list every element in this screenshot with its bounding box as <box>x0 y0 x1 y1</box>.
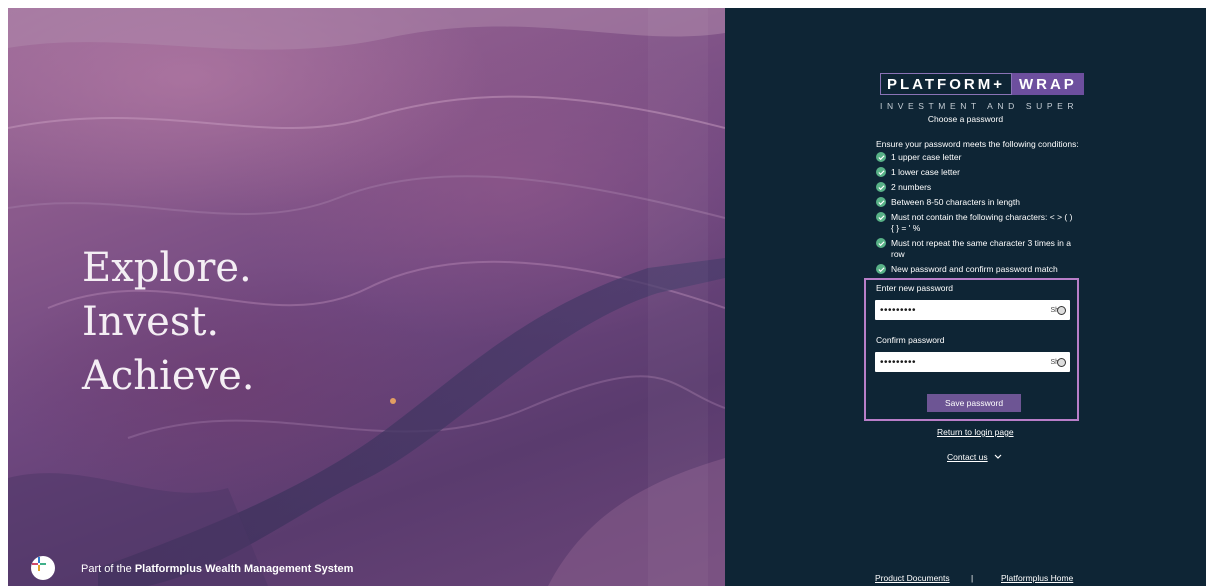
condition-text: Between 8-50 characters in length <box>891 197 1020 207</box>
return-to-login-link[interactable]: Return to login page <box>937 427 1014 437</box>
product-documents-link[interactable]: Product Documents <box>875 573 950 583</box>
check-icon <box>876 197 886 207</box>
logo-wrap: WRAP <box>1011 73 1084 95</box>
condition-text: 1 upper case letter <box>891 152 962 162</box>
check-icon <box>876 264 886 274</box>
check-icon <box>876 238 886 248</box>
hero-tagline: Explore. Invest. Achieve. <box>82 241 255 403</box>
show-password-toggle[interactable]: Sh <box>1050 357 1066 367</box>
condition-item: 1 upper case letter <box>876 152 1076 163</box>
footer-separator: | <box>971 573 974 583</box>
show-password-toggle[interactable]: Sh <box>1050 305 1066 315</box>
system-attribution: Part of the Platformplus Wealth Manageme… <box>81 563 353 575</box>
confirm-password-value: ••••••••• <box>880 356 917 368</box>
page-title: Choose a password <box>927 114 1004 124</box>
confirm-password-label: Confirm password <box>876 335 945 345</box>
condition-item: 2 numbers <box>876 182 1076 193</box>
logo-platform: PLATFORM+ <box>880 73 1012 95</box>
login-panel: PLATFORM+ WRAP INVESTMENT AND SUPER Choo… <box>725 8 1206 586</box>
chevron-down-icon <box>994 452 1002 462</box>
platformplus-home-link[interactable]: Platformplus Home <box>1001 573 1073 583</box>
condition-item: Between 8-50 characters in length <box>876 197 1076 208</box>
condition-text: 2 numbers <box>891 182 932 192</box>
check-icon <box>876 182 886 192</box>
conditions-intro: Ensure your password meets the following… <box>876 139 1079 149</box>
check-icon <box>876 167 886 177</box>
condition-item: Must not contain the following character… <box>876 212 1076 234</box>
contact-us-toggle[interactable]: Contact us <box>947 452 1002 462</box>
condition-item: New password and confirm password match <box>876 264 1076 275</box>
new-password-field[interactable]: ••••••••• Sh <box>875 300 1070 320</box>
eye-icon <box>1057 357 1066 367</box>
attribution-system-name: Platformplus Wealth Management System <box>134 563 354 575</box>
check-icon <box>876 212 886 222</box>
condition-text: Must not repeat the same character 3 tim… <box>891 238 1072 259</box>
tagline-invest: Invest. <box>82 299 220 345</box>
check-icon <box>876 152 886 162</box>
platformplus-logo-icon <box>31 556 55 580</box>
platform-wrap-logo: PLATFORM+ WRAP <box>880 73 1084 95</box>
confirm-password-field[interactable]: ••••••••• Sh <box>875 352 1070 372</box>
logo-subtitle: INVESTMENT AND SUPER <box>880 101 1079 111</box>
condition-item: Must not repeat the same character 3 tim… <box>876 238 1076 260</box>
contact-us-label: Contact us <box>947 452 988 462</box>
tagline-explore: Explore. <box>82 245 252 291</box>
condition-item: 1 lower case letter <box>876 167 1076 178</box>
condition-text: Must not contain the following character… <box>891 212 1073 233</box>
new-password-value: ••••••••• <box>880 304 917 316</box>
save-password-button[interactable]: Save password <box>927 394 1021 412</box>
attribution-prefix: Part of the <box>81 563 135 575</box>
hero-image: Explore. Invest. Achieve. Part of the Pl… <box>8 8 725 586</box>
tagline-achieve: Achieve. <box>82 353 255 399</box>
password-conditions-list: 1 upper case letter 1 lower case letter … <box>876 152 1076 279</box>
condition-text: New password and confirm password match <box>891 264 1058 274</box>
new-password-label: Enter new password <box>876 283 954 293</box>
condition-text: 1 lower case letter <box>891 167 960 177</box>
eye-icon <box>1057 305 1066 315</box>
